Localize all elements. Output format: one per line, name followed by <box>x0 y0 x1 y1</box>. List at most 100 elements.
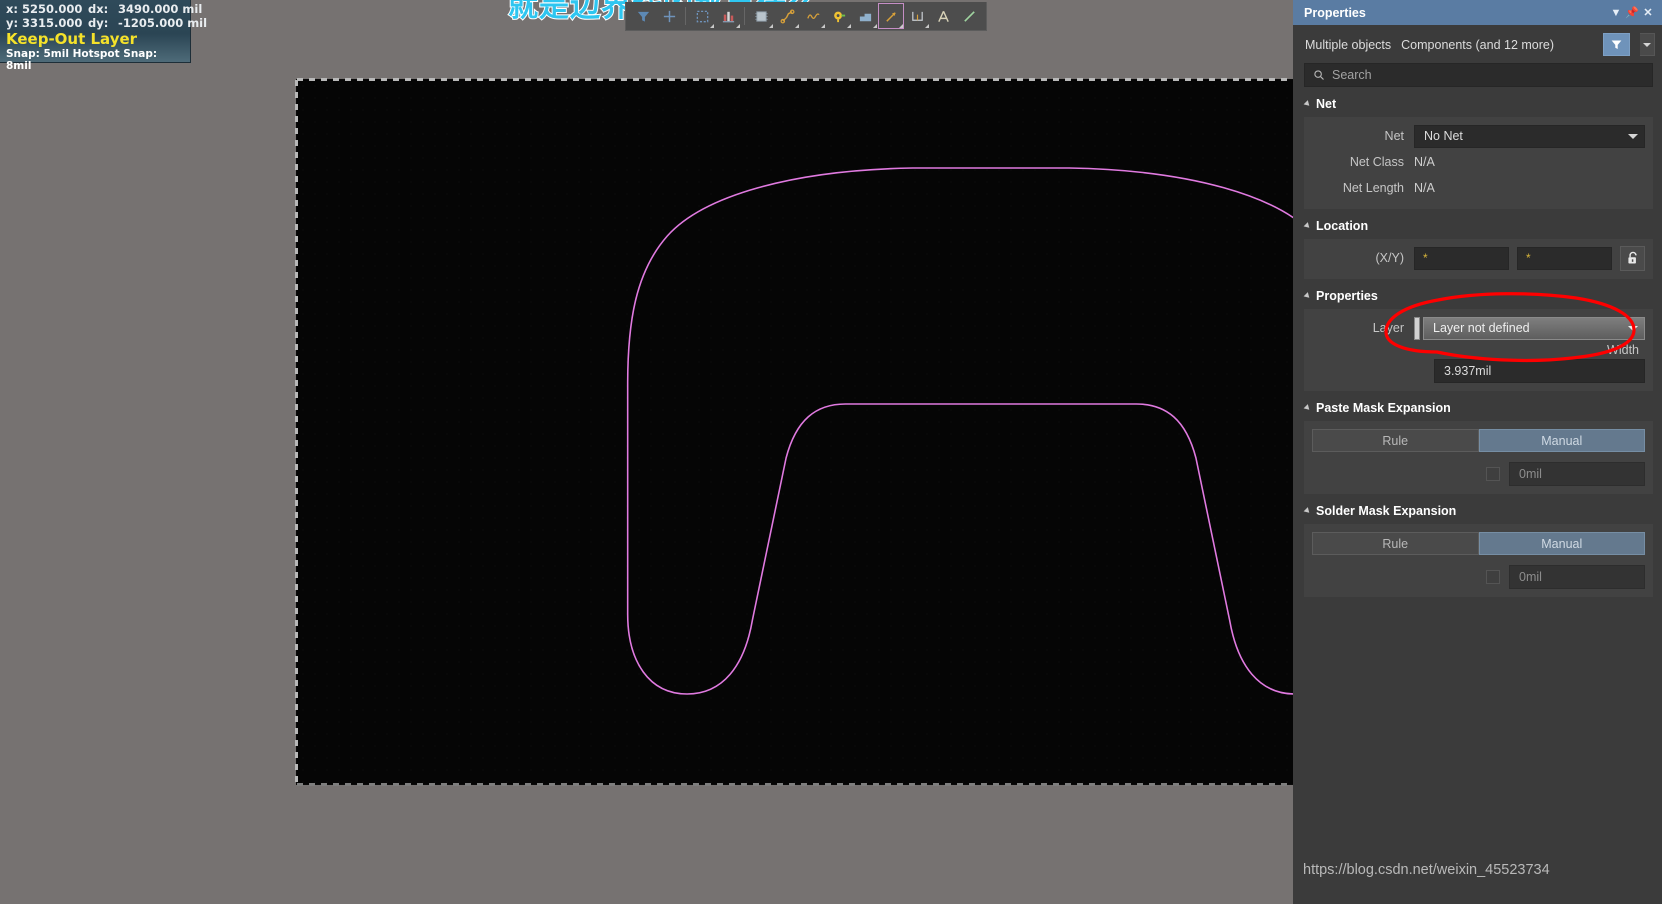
net-label: Net <box>1384 129 1404 143</box>
paste-mask-manual-option[interactable]: Manual <box>1478 429 1645 452</box>
polygon-icon <box>859 13 871 21</box>
place-string-button[interactable] <box>931 4 955 28</box>
chip-icon <box>754 10 768 22</box>
coordinate-hud: x: 5250.000 dx: 3490.000 mil y: 3315.000… <box>0 0 207 72</box>
solder-mask-checkbox[interactable] <box>1486 570 1500 584</box>
location-y-input[interactable]: * <box>1517 246 1612 270</box>
route-icon <box>780 9 794 23</box>
section-body-net: Net No Net Net Class N/A Net Length N/A <box>1304 117 1653 209</box>
width-input[interactable]: 3.937mil <box>1434 359 1645 383</box>
place-route-button[interactable] <box>775 4 799 28</box>
paste-mask-mode-toggle[interactable]: Rule Manual <box>1312 429 1645 452</box>
layer-value: Layer not defined <box>1433 321 1530 335</box>
paste-mask-rule-option[interactable]: Rule <box>1312 429 1479 452</box>
place-differential-pair-button[interactable] <box>801 4 825 28</box>
chevron-down-icon[interactable] <box>821 24 825 28</box>
net-length-label: Net Length <box>1342 181 1404 195</box>
location-x-input[interactable]: * <box>1414 246 1509 270</box>
hud-x-row: x: 5250.000 dx: 3490.000 mil <box>6 2 202 16</box>
solder-mask-value-input[interactable]: 0mil <box>1509 565 1645 589</box>
solder-mask-manual-option[interactable]: Manual <box>1478 532 1645 555</box>
object-filter-dropdown-button[interactable] <box>1640 33 1655 56</box>
section-header-net[interactable]: Net <box>1293 87 1662 117</box>
place-dimension-button[interactable] <box>905 4 929 28</box>
section-title-solder-mask: Solder Mask Expansion <box>1316 504 1457 518</box>
paste-mask-checkbox[interactable] <box>1486 467 1500 481</box>
location-x-value: * <box>1423 251 1428 265</box>
wave-icon <box>806 12 820 19</box>
hud-active-layer: Keep-Out Layer <box>6 30 138 48</box>
layer-dropdown[interactable]: Layer not defined <box>1423 316 1645 340</box>
pcb-workspace[interactable]: x: 5250.000 dx: 3490.000 mil y: 3315.000… <box>0 0 1371 904</box>
place-track-button[interactable] <box>957 4 981 28</box>
solder-mask-value-row: 0mil <box>1312 565 1645 589</box>
panel-menu-dropdown-icon[interactable]: ▼ <box>1608 4 1624 22</box>
panel-close-icon[interactable]: ✕ <box>1640 4 1656 22</box>
net-class-label: Net Class <box>1349 155 1404 169</box>
toolbar-separator <box>685 7 686 25</box>
filter-tool-button[interactable] <box>631 4 655 28</box>
arrow-line-icon <box>885 11 896 22</box>
section-header-location[interactable]: Location <box>1293 209 1662 239</box>
selected-objects-row: Multiple objects Components (and 12 more… <box>1293 25 1662 63</box>
solder-mask-mode-toggle[interactable]: Rule Manual <box>1312 532 1645 555</box>
paste-mask-value-input[interactable]: 0mil <box>1509 462 1645 486</box>
width-label: Width <box>1607 343 1639 357</box>
pcb-tools-toolbar[interactable] <box>625 2 987 31</box>
panel-pin-icon[interactable]: 📌 <box>1624 4 1640 22</box>
hud-dx-label: dx: <box>88 2 109 16</box>
section-title-properties: Properties <box>1316 289 1378 303</box>
section-header-paste-mask[interactable]: Paste Mask Expansion <box>1293 391 1662 421</box>
place-rectangle-button[interactable] <box>690 4 714 28</box>
chevron-down-icon[interactable] <box>795 24 799 28</box>
chevron-down-icon[interactable] <box>736 24 740 28</box>
selected-objects-summary: Multiple objects <box>1305 37 1392 52</box>
section-title-net: Net <box>1316 97 1337 111</box>
toolbar-separator <box>744 7 745 25</box>
section-header-properties[interactable]: Properties <box>1293 279 1662 309</box>
section-body-location: (X/Y) * * <box>1304 239 1653 279</box>
chevron-down-icon[interactable] <box>847 24 851 28</box>
chevron-down-icon[interactable] <box>925 24 929 28</box>
properties-panel[interactable]: Properties ▼ 📌 ✕ Multiple objects Compon… <box>1293 0 1662 904</box>
net-class-row: Net Class N/A <box>1312 149 1645 175</box>
bar-chart-icon <box>722 11 734 22</box>
object-filter-button[interactable] <box>1603 33 1630 56</box>
place-component-button[interactable] <box>716 4 740 28</box>
location-lock-toggle[interactable] <box>1620 245 1645 271</box>
crosshair-tool-button[interactable] <box>657 4 681 28</box>
place-polygon-button[interactable] <box>853 4 877 28</box>
net-row: Net No Net <box>1312 123 1645 149</box>
chevron-down-icon[interactable] <box>873 24 877 28</box>
chevron-down-icon[interactable] <box>710 24 714 28</box>
unlocked-padlock-icon <box>1627 251 1637 263</box>
width-value: 3.937mil <box>1444 364 1492 378</box>
hud-snap-info: Snap: 5mil Hotspot Snap: 8mil <box>6 48 158 72</box>
search-icon <box>1314 70 1324 80</box>
chevron-down-icon[interactable] <box>899 24 903 28</box>
pencil-line-icon <box>963 10 975 22</box>
net-dropdown[interactable]: No Net <box>1414 124 1645 148</box>
net-length-row: Net Length N/A <box>1312 175 1645 201</box>
layer-color-swatch <box>1414 316 1420 340</box>
section-body-properties: Layer Layer not defined Width 3.937mil <box>1304 309 1653 391</box>
place-via-button[interactable] <box>827 4 851 28</box>
collapse-triangle-icon <box>1303 507 1312 515</box>
hud-y-label: y: <box>6 16 19 30</box>
hud-dx-value: 3490.000 mil <box>118 2 203 16</box>
keepout-outline-shape[interactable] <box>297 80 1293 784</box>
place-pad-button[interactable] <box>749 4 773 28</box>
hud-y-value: 3315.000 <box>22 16 83 30</box>
section-header-solder-mask[interactable]: Solder Mask Expansion <box>1293 494 1662 524</box>
place-line-button[interactable] <box>878 3 904 29</box>
text-a-icon <box>937 10 949 22</box>
solder-mask-rule-option[interactable]: Rule <box>1312 532 1479 555</box>
search-input[interactable]: Search <box>1304 63 1653 87</box>
chevron-down-icon <box>1643 42 1651 47</box>
xy-label: (X/Y) <box>1375 251 1404 265</box>
hud-dy-label: dy: <box>88 16 109 30</box>
net-class-value: N/A <box>1414 155 1435 169</box>
pcb-board-canvas[interactable] <box>295 78 1293 786</box>
crosshair-icon <box>663 10 675 22</box>
chevron-down-icon[interactable] <box>769 24 773 28</box>
